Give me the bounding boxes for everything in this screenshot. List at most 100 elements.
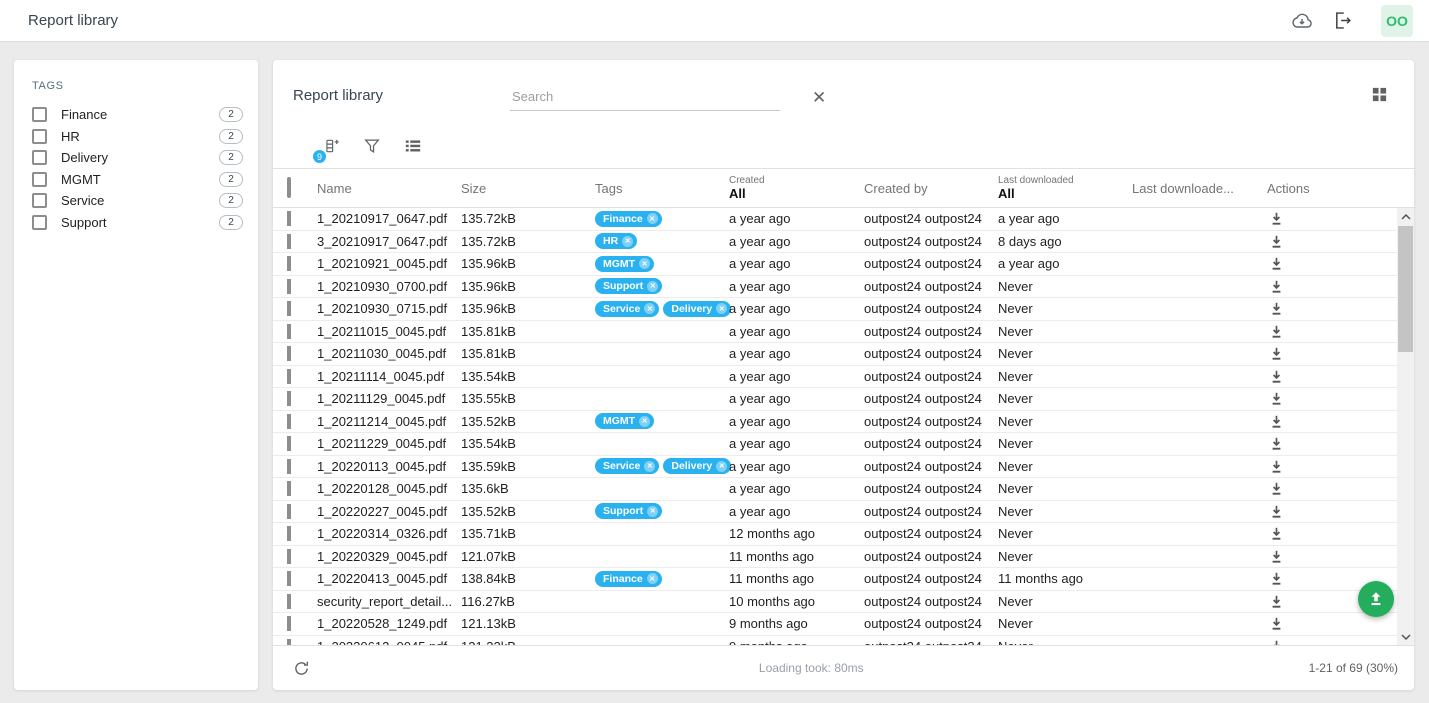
row-checkbox[interactable] [287, 571, 291, 586]
row-checkbox[interactable] [287, 211, 291, 226]
tag-checkbox[interactable] [32, 107, 47, 122]
tag-chip[interactable]: Finance✕ [595, 211, 662, 227]
table-row[interactable]: 1_20211114_0045.pdf 135.54kB a year ago … [273, 366, 1397, 389]
table-row[interactable]: 1_20211030_0045.pdf 135.81kB a year ago … [273, 343, 1397, 366]
download-icon[interactable] [1267, 211, 1284, 226]
tag-chip[interactable]: Delivery✕ [663, 301, 731, 317]
table-row[interactable]: 1_20220113_0045.pdf 135.59kB Service✕Del… [273, 456, 1397, 479]
row-checkbox[interactable] [287, 436, 291, 451]
download-icon[interactable] [1267, 526, 1284, 541]
download-icon[interactable] [1267, 324, 1284, 339]
remove-tag-icon[interactable]: ✕ [647, 213, 658, 224]
tag-chip[interactable]: Support✕ [595, 278, 662, 294]
row-checkbox[interactable] [287, 549, 291, 564]
remove-tag-icon[interactable]: ✕ [644, 303, 655, 314]
tag-checkbox[interactable] [32, 129, 47, 144]
tag-filter-item[interactable]: MGMT 2 [32, 169, 243, 191]
row-checkbox[interactable] [287, 279, 291, 294]
remove-tag-icon[interactable]: ✕ [716, 461, 727, 472]
grid-view-icon[interactable] [1367, 82, 1392, 107]
download-icon[interactable] [1267, 301, 1284, 316]
tag-filter-item[interactable]: Finance 2 [32, 104, 243, 126]
search-input[interactable] [510, 85, 780, 111]
table-row[interactable]: 1_20210917_0647.pdf 135.72kB Finance✕ a … [273, 208, 1397, 231]
table-row[interactable]: 1_20220128_0045.pdf 135.6kB a year ago o… [273, 478, 1397, 501]
tag-chip[interactable]: Finance✕ [595, 571, 662, 587]
table-row[interactable]: 1_20210921_0045.pdf 135.96kB MGMT✕ a yea… [273, 253, 1397, 276]
row-checkbox[interactable] [287, 481, 291, 496]
download-icon[interactable] [1267, 279, 1284, 294]
row-checkbox[interactable] [287, 639, 291, 645]
tag-checkbox[interactable] [32, 150, 47, 165]
tag-filter-item[interactable]: HR 2 [32, 126, 243, 148]
row-checkbox[interactable] [287, 526, 291, 541]
row-checkbox[interactable] [287, 391, 291, 406]
list-view-icon[interactable] [400, 133, 426, 159]
table-row[interactable]: 1_20211129_0045.pdf 135.55kB a year ago … [273, 388, 1397, 411]
table-row[interactable]: 1_20210930_0700.pdf 135.96kB Support✕ a … [273, 276, 1397, 299]
table-row[interactable]: 1_20220314_0326.pdf 135.71kB 12 months a… [273, 523, 1397, 546]
download-icon[interactable] [1267, 571, 1284, 586]
tag-filter-item[interactable]: Support 2 [32, 212, 243, 234]
scroll-up-icon[interactable] [1397, 208, 1414, 225]
row-checkbox[interactable] [287, 369, 291, 384]
tag-checkbox[interactable] [32, 215, 47, 230]
tag-chip[interactable]: HR✕ [595, 233, 637, 249]
tag-chip[interactable]: Delivery✕ [663, 458, 731, 474]
manage-columns-icon[interactable]: 9 [318, 133, 344, 159]
tag-chip[interactable]: MGMT✕ [595, 256, 654, 272]
table-row[interactable]: 1_20211015_0045.pdf 135.81kB a year ago … [273, 321, 1397, 344]
row-checkbox[interactable] [287, 346, 291, 361]
upload-button[interactable] [1358, 581, 1394, 617]
remove-tag-icon[interactable]: ✕ [647, 506, 658, 517]
tag-chip[interactable]: Service✕ [595, 301, 659, 317]
column-header-last-downloaded-filter[interactable]: Last downloaded All [998, 175, 1132, 201]
column-header-last-downloaded-by[interactable]: Last downloade... [1132, 181, 1267, 196]
vertical-scrollbar[interactable] [1397, 208, 1414, 645]
refresh-icon[interactable] [289, 656, 314, 681]
download-icon[interactable] [1267, 346, 1284, 361]
tag-checkbox[interactable] [32, 172, 47, 187]
remove-tag-icon[interactable]: ✕ [647, 573, 658, 584]
remove-tag-icon[interactable]: ✕ [647, 281, 658, 292]
row-checkbox[interactable] [287, 301, 291, 316]
download-icon[interactable] [1267, 481, 1284, 496]
table-row[interactable]: 1_20211229_0045.pdf 135.54kB a year ago … [273, 433, 1397, 456]
download-icon[interactable] [1267, 234, 1284, 249]
row-checkbox[interactable] [287, 324, 291, 339]
tag-filter-item[interactable]: Delivery 2 [32, 147, 243, 169]
table-row[interactable]: 1_20220413_0045.pdf 138.84kB Finance✕ 11… [273, 568, 1397, 591]
logout-icon[interactable] [1328, 6, 1357, 35]
download-icon[interactable] [1267, 549, 1284, 564]
row-checkbox[interactable] [287, 256, 291, 271]
table-row[interactable]: 1_20211214_0045.pdf 135.52kB MGMT✕ a yea… [273, 411, 1397, 434]
row-checkbox[interactable] [287, 616, 291, 631]
avatar[interactable]: OO [1381, 5, 1413, 37]
cloud-download-icon[interactable] [1286, 6, 1318, 35]
table-row[interactable]: 1_20210930_0715.pdf 135.96kB Service✕Del… [273, 298, 1397, 321]
remove-tag-icon[interactable]: ✕ [716, 303, 727, 314]
remove-tag-icon[interactable]: ✕ [639, 416, 650, 427]
remove-tag-icon[interactable]: ✕ [644, 461, 655, 472]
download-icon[interactable] [1267, 414, 1284, 429]
table-row[interactable]: 1_20220528_1249.pdf 121.13kB 9 months ag… [273, 613, 1397, 636]
download-icon[interactable] [1267, 369, 1284, 384]
column-header-name[interactable]: Name [317, 181, 461, 196]
tag-chip[interactable]: MGMT✕ [595, 413, 654, 429]
download-icon[interactable] [1267, 436, 1284, 451]
table-row[interactable]: 1_20220612_0045.pdf 121.22kB 9 months ag… [273, 636, 1397, 646]
download-icon[interactable] [1267, 616, 1284, 631]
tag-filter-item[interactable]: Service 2 [32, 190, 243, 212]
row-checkbox[interactable] [287, 504, 291, 519]
row-checkbox[interactable] [287, 459, 291, 474]
column-header-size[interactable]: Size [461, 181, 595, 196]
download-icon[interactable] [1267, 639, 1284, 645]
row-checkbox[interactable] [287, 234, 291, 249]
download-icon[interactable] [1267, 594, 1284, 609]
table-row[interactable]: 3_20210917_0647.pdf 135.72kB HR✕ a year … [273, 231, 1397, 254]
download-icon[interactable] [1267, 504, 1284, 519]
remove-tag-icon[interactable]: ✕ [639, 258, 650, 269]
column-header-created-by[interactable]: Created by [864, 181, 998, 196]
column-header-tags[interactable]: Tags [595, 181, 729, 196]
row-checkbox[interactable] [287, 414, 291, 429]
